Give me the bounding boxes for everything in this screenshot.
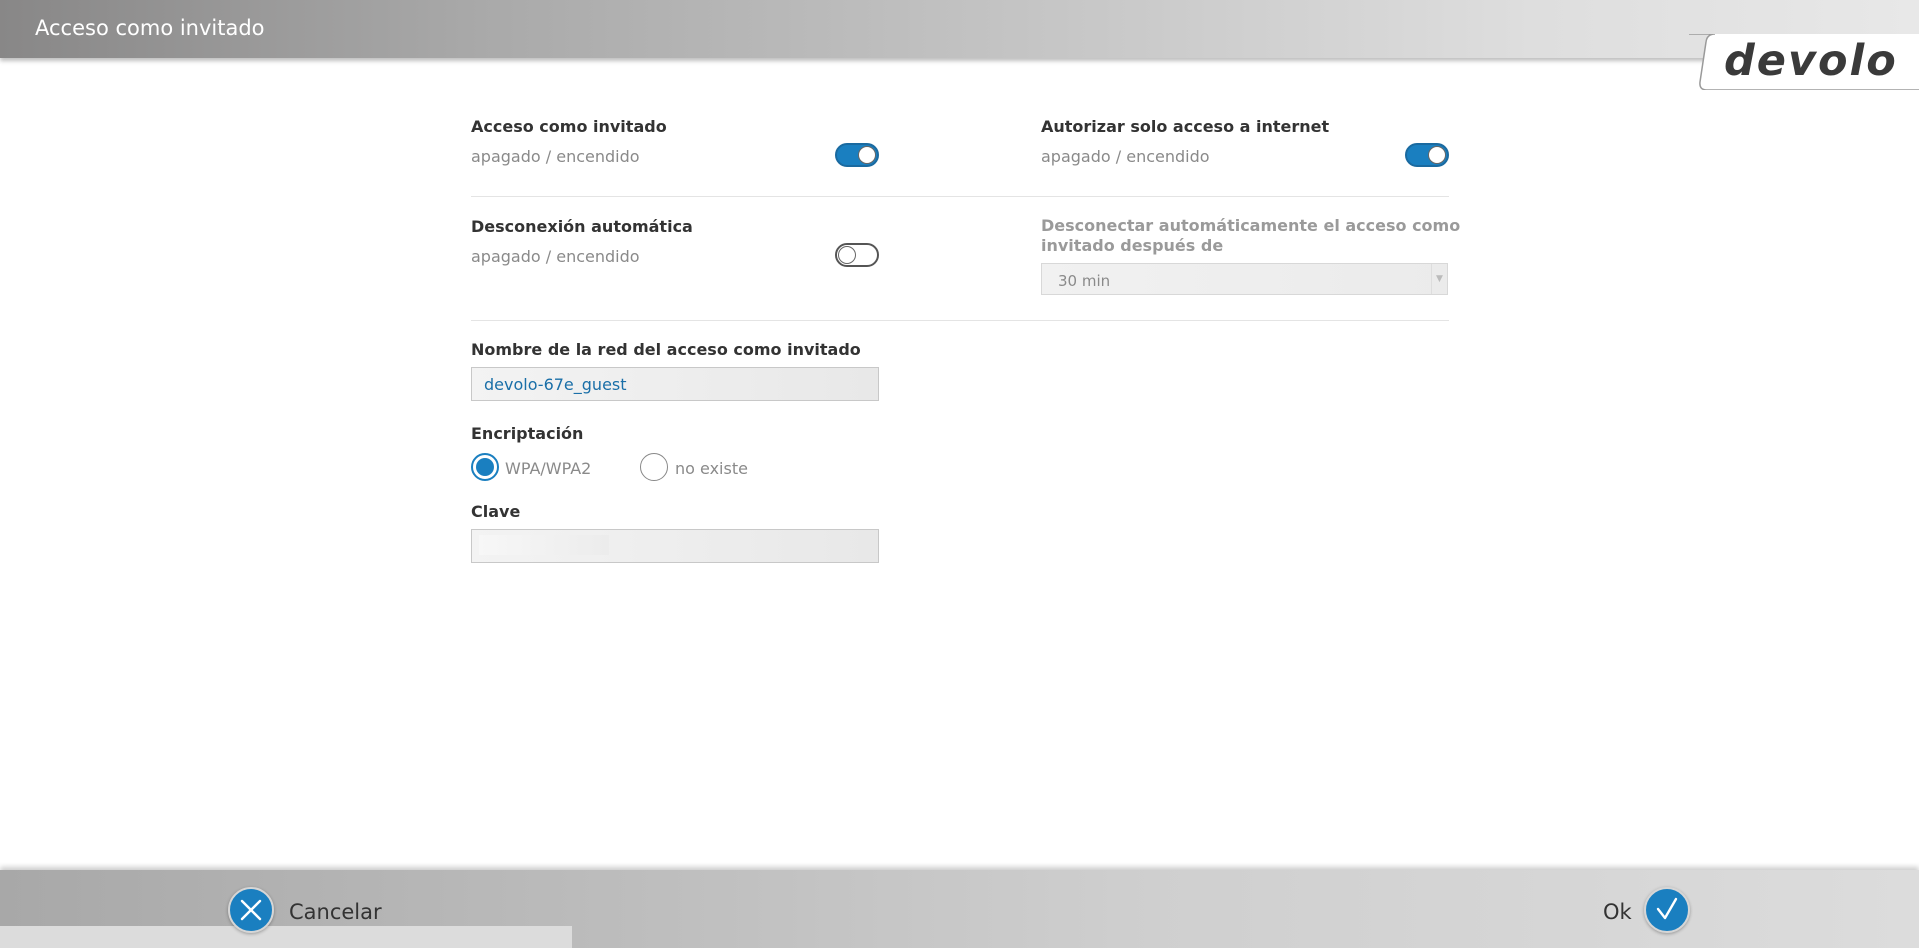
cancel-circle [228, 887, 274, 933]
key-input[interactable] [471, 529, 879, 563]
internet-only-sub: apagado / encendido [1041, 147, 1210, 166]
checkmark-icon [1656, 897, 1678, 920]
cancel-label: Cancelar [289, 900, 382, 924]
ok-label: Ok [1603, 900, 1632, 924]
radio-none-label: no existe [675, 459, 748, 478]
disconnect-after-select[interactable]: 30 min ▼ [1041, 263, 1448, 295]
radio-none[interactable] [640, 453, 668, 481]
ok-button[interactable]: Ok [1601, 887, 1693, 935]
key-value [479, 535, 609, 555]
guest-access-title: Acceso como invitado [471, 117, 667, 136]
encryption-title: Encriptación [471, 424, 584, 443]
toggle-knob [858, 146, 876, 164]
chevron-down-icon: ▼ [1431, 264, 1447, 294]
disconnect-after-value: 30 min [1058, 272, 1111, 290]
auto-disconnect-sub: apagado / encendido [471, 247, 640, 266]
internet-only-title: Autorizar solo acceso a internet [1041, 117, 1330, 136]
ok-circle [1644, 887, 1690, 933]
radio-wpa[interactable] [471, 453, 499, 481]
header-bar: Acceso como invitado [0, 0, 1919, 58]
radio-wpa-label: WPA/WPA2 [505, 459, 592, 478]
key-title: Clave [471, 502, 521, 521]
page-title: Acceso como invitado [35, 16, 265, 40]
cancel-button[interactable]: Cancelar [228, 887, 388, 935]
devolo-logo: devolo [1724, 36, 1898, 86]
internet-only-toggle[interactable] [1405, 143, 1449, 167]
network-name-input[interactable]: devolo-67e_guest [471, 367, 879, 401]
network-name-title: Nombre de la red del acceso como invitad… [471, 340, 861, 359]
guest-access-toggle[interactable] [835, 143, 879, 167]
toggle-knob [1428, 146, 1446, 164]
divider [471, 320, 1449, 321]
logo-tab: devolo [1689, 34, 1919, 90]
toggle-knob [838, 246, 856, 264]
auto-disconnect-toggle[interactable] [835, 243, 879, 267]
auto-disconnect-title: Desconexión automática [471, 217, 693, 236]
disconnect-after-title: Desconectar automáticamente el acceso co… [1041, 216, 1461, 255]
guest-access-sub: apagado / encendido [471, 147, 640, 166]
close-icon [240, 899, 262, 921]
divider [471, 196, 1449, 197]
